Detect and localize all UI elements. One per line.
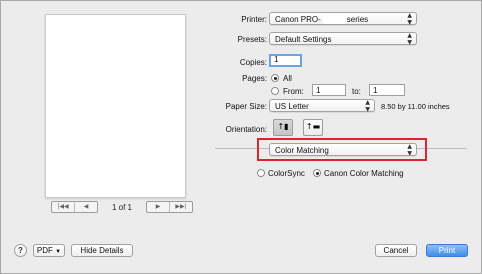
pages-all-radio[interactable] — [271, 74, 279, 82]
page-counter: 1 of 1 — [111, 202, 132, 212]
printer-popup[interactable]: Canon PRO-series ▲ ▼ — [269, 12, 417, 25]
orientation-label: Orientation: — [225, 125, 267, 134]
help-button[interactable]: ? — [14, 244, 27, 257]
paper-size-label: Paper Size: — [225, 102, 267, 111]
printer-name-prefix: Canon PRO- — [275, 15, 321, 24]
first-page-button[interactable]: |◀◀ — [52, 202, 75, 212]
next-page-button[interactable]: ▶ — [147, 202, 170, 212]
print-dialog: |◀◀ ◀ 1 of 1 ▶ ▶▶| Printer: Canon PRO-se… — [0, 0, 482, 274]
highlight-box — [257, 138, 427, 161]
page-preview — [45, 14, 186, 198]
chevron-down-icon: ▼ — [55, 249, 62, 255]
printer-name-suffix: series — [346, 15, 369, 24]
pages-from-field[interactable]: 1 — [312, 84, 346, 96]
popup-arrows-icon: ▲ ▼ — [407, 12, 412, 26]
pages-to-label: to: — [352, 87, 361, 96]
copies-label: Copies: — [239, 58, 267, 67]
pdf-label: PDF — [36, 246, 53, 255]
colorsync-radio[interactable] — [257, 169, 265, 177]
printer-label: Printer: — [241, 15, 267, 24]
pages-all-label: All — [283, 74, 292, 83]
pager-forward-group: ▶ ▶▶| — [146, 201, 193, 213]
pages-to-field[interactable]: 1 — [369, 84, 405, 96]
preview-pager: |◀◀ ◀ 1 of 1 ▶ ▶▶| — [51, 201, 193, 213]
printer-model-mask — [322, 15, 345, 25]
landscape-icon: ↑▬ — [305, 122, 321, 131]
paper-size-value: US Letter — [275, 102, 309, 111]
presets-value: Default Settings — [275, 35, 332, 44]
canon-color-matching-radio[interactable] — [313, 169, 321, 177]
presets-popup[interactable]: Default Settings ▲ ▼ — [269, 32, 417, 45]
colorsync-label: ColorSync — [268, 169, 305, 178]
previous-page-button[interactable]: ◀ — [75, 202, 97, 212]
last-page-button[interactable]: ▶▶| — [170, 202, 192, 212]
pages-from-label: From: — [283, 87, 304, 96]
cancel-button[interactable]: Cancel — [375, 244, 417, 257]
paper-size-popup[interactable]: US Letter ▲ ▼ — [269, 99, 375, 112]
pages-label: Pages: — [242, 74, 267, 83]
popup-arrows-icon: ▲ ▼ — [365, 99, 370, 113]
presets-label: Presets: — [237, 35, 267, 44]
pages-from-radio[interactable] — [271, 87, 279, 95]
portrait-icon: ↑▮ — [277, 122, 289, 131]
pager-back-group: |◀◀ ◀ — [51, 201, 98, 213]
hide-details-button[interactable]: Hide Details — [71, 244, 133, 257]
landscape-orientation-button[interactable]: ↑▬ — [303, 119, 323, 136]
paper-dimensions: 8.50 by 11.00 inches — [381, 102, 450, 111]
canon-color-matching-label: Canon Color Matching — [324, 169, 404, 178]
print-button[interactable]: Print — [426, 244, 468, 257]
copies-field[interactable]: 1 — [269, 54, 302, 67]
portrait-orientation-button[interactable]: ↑▮ — [273, 119, 293, 136]
pdf-menu-button[interactable]: PDF ▼ — [33, 244, 65, 257]
popup-arrows-icon: ▲ ▼ — [407, 32, 412, 46]
